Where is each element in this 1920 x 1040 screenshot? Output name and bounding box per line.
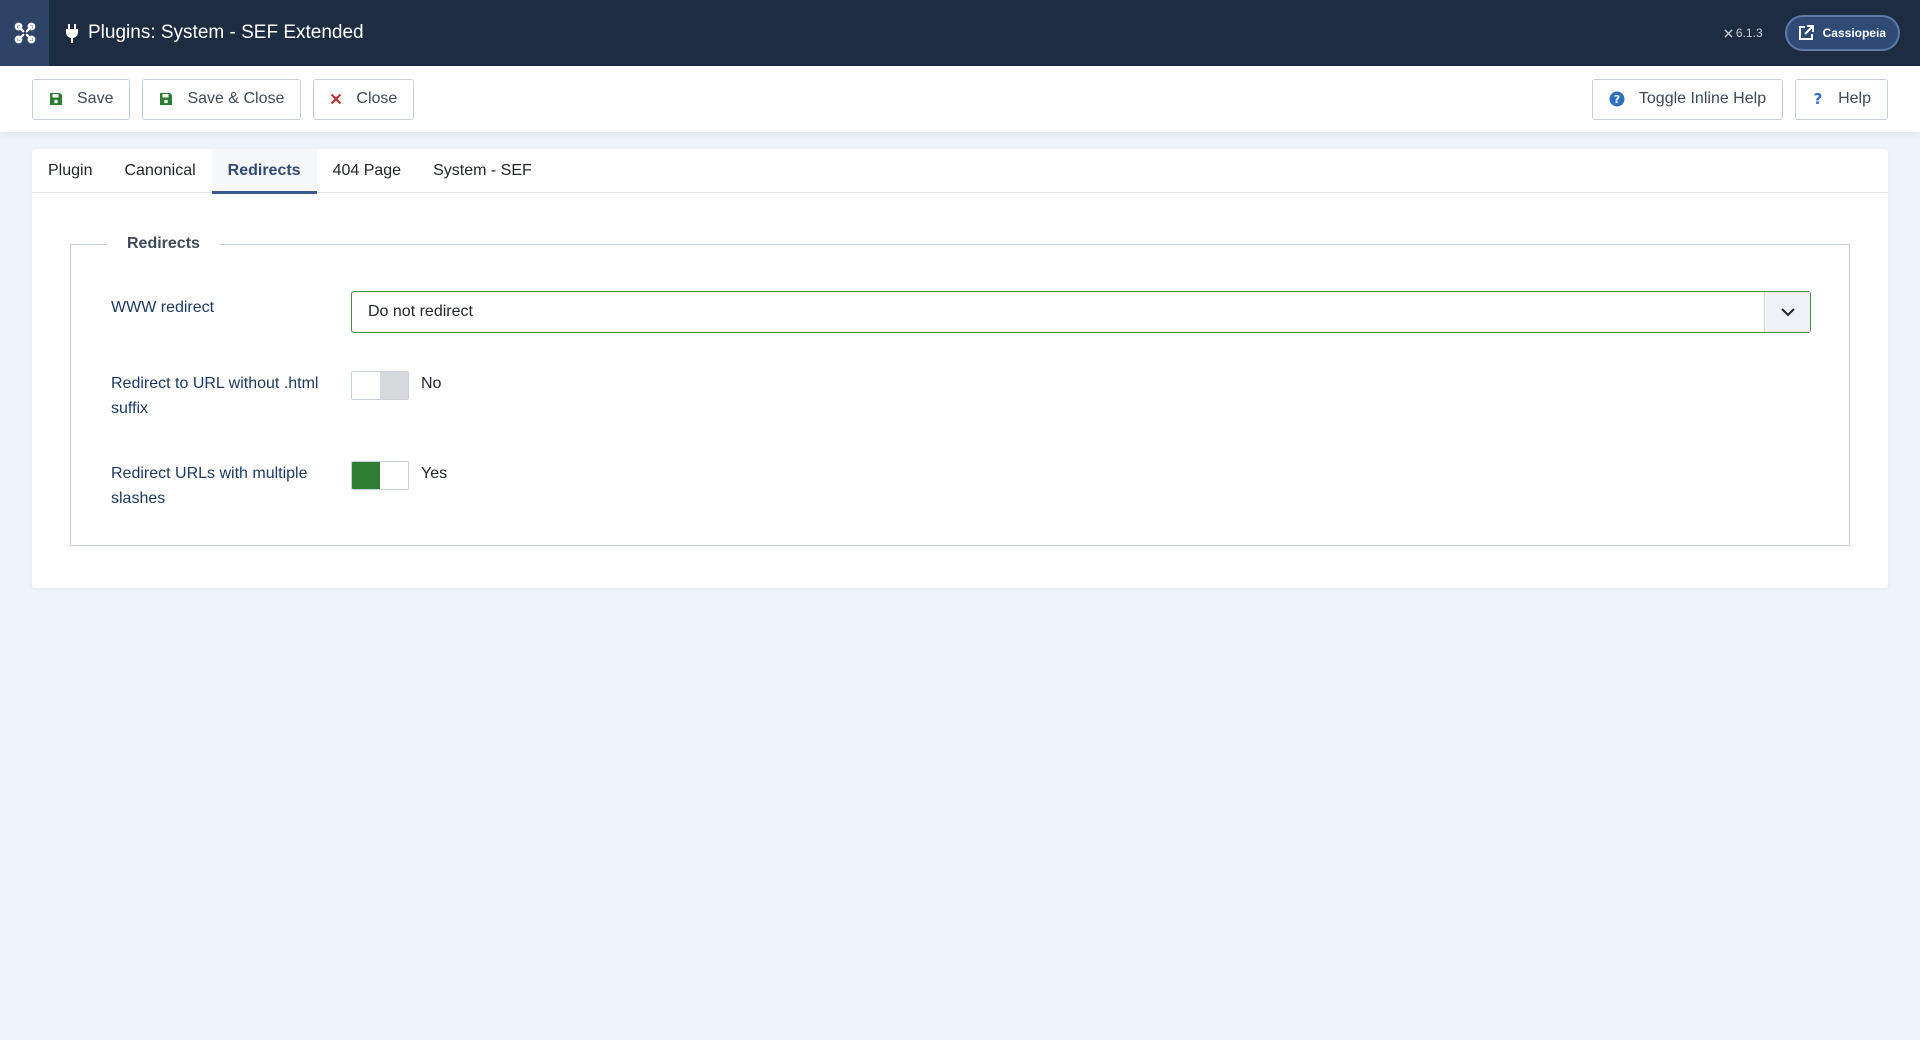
joomla-mini-icon xyxy=(1724,29,1733,37)
html-suffix-label: Redirect to URL without .html suffix xyxy=(111,375,319,417)
toolbar: Save Save & Close Close ? Toggle Inline … xyxy=(0,66,1920,132)
html-suffix-state: No xyxy=(421,375,442,392)
www-redirect-select[interactable]: Do not redirect xyxy=(351,291,1811,333)
version-label: 6.1.3 xyxy=(1723,26,1763,40)
tab-404-page[interactable]: 404 Page xyxy=(317,149,418,193)
tab-plugin[interactable]: Plugin xyxy=(32,149,108,193)
redirects-fieldset: Redirects WWW redirect Do not redirect R… xyxy=(70,235,1850,546)
fieldset-legend: Redirects xyxy=(127,235,200,252)
site-button-label: Cassiopeia xyxy=(1822,26,1886,40)
toggle-inline-help-label: Toggle Inline Help xyxy=(1638,90,1767,107)
www-redirect-label: WWW redirect xyxy=(111,299,215,316)
joomla-logo-icon[interactable] xyxy=(0,0,49,66)
plug-icon xyxy=(65,23,79,43)
toggle-inline-help-button[interactable]: ? Toggle Inline Help xyxy=(1591,78,1784,120)
www-redirect-value: Do not redirect xyxy=(368,303,473,320)
svg-text:?: ? xyxy=(1814,91,1823,107)
page-title: Plugins: System - SEF Extended xyxy=(65,22,364,44)
page-title-text: Plugins: System - SEF Extended xyxy=(88,22,364,43)
question-circle-icon: ? xyxy=(1609,91,1625,107)
save-close-button-label: Save & Close xyxy=(187,90,285,107)
chevron-down-icon xyxy=(1764,292,1810,332)
svg-text:?: ? xyxy=(1614,93,1620,106)
tab-bar: Plugin Canonical Redirects 404 Page Syst… xyxy=(32,149,1888,194)
content-card: Plugin Canonical Redirects 404 Page Syst… xyxy=(32,149,1888,588)
version-text: 6.1.3 xyxy=(1735,26,1763,40)
save-close-button[interactable]: Save & Close xyxy=(142,78,302,120)
multiple-slashes-label: Redirect URLs with multiple slashes xyxy=(111,465,308,507)
external-link-icon xyxy=(1797,24,1815,42)
save-button[interactable]: Save xyxy=(32,78,131,120)
site-preview-button[interactable]: Cassiopeia xyxy=(1784,15,1900,51)
header: Plugins: System - SEF Extended 6.1.3 Cas… xyxy=(0,0,1920,66)
multiple-slashes-state: Yes xyxy=(421,465,448,482)
tab-canonical[interactable]: Canonical xyxy=(108,149,211,193)
tab-system-sef[interactable]: System - SEF xyxy=(417,149,548,193)
close-icon xyxy=(330,93,342,105)
multiple-slashes-switch[interactable] xyxy=(351,461,409,490)
html-suffix-switch[interactable] xyxy=(351,371,409,400)
question-icon: ? xyxy=(1812,91,1824,107)
close-button-label: Close xyxy=(356,90,398,107)
close-button[interactable]: Close xyxy=(313,78,415,120)
save-button-label: Save xyxy=(77,90,114,107)
save-icon xyxy=(159,92,173,106)
save-icon xyxy=(49,92,63,106)
tab-redirects[interactable]: Redirects xyxy=(211,149,317,194)
help-button[interactable]: ? Help xyxy=(1795,78,1888,120)
help-button-label: Help xyxy=(1838,90,1871,107)
